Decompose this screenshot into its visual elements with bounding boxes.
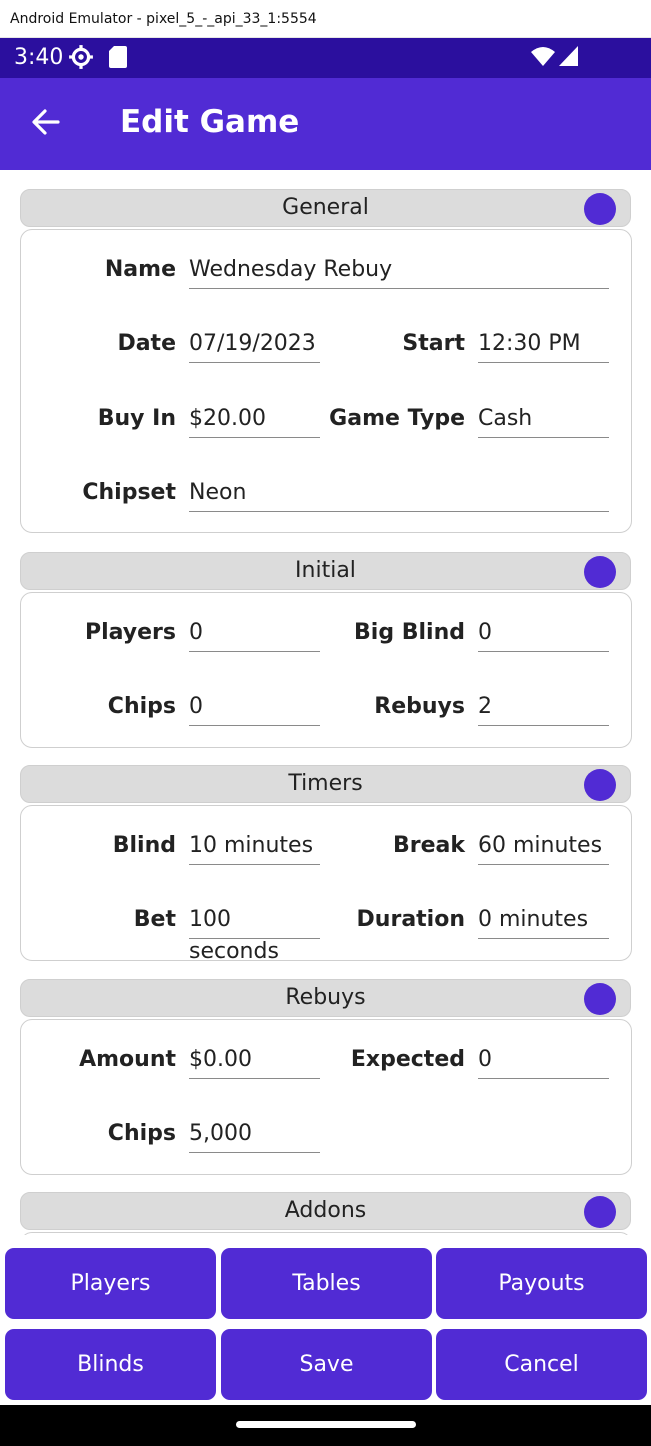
payouts-button[interactable]: Payouts (436, 1248, 647, 1319)
bet-label: Bet (133, 907, 176, 932)
signal-icon (558, 44, 580, 74)
expand-toggle-icon[interactable] (584, 1196, 616, 1228)
expand-toggle-icon[interactable] (584, 193, 616, 225)
buyin-field[interactable]: $20.00 (189, 403, 320, 438)
date-field[interactable]: 07/19/2023 (189, 328, 320, 363)
rebuys-label: Rebuys (374, 694, 465, 719)
date-label: Date (117, 331, 176, 356)
blind-timer-field[interactable]: 10 minutes (189, 830, 320, 865)
big-blind-field[interactable]: 0 (478, 617, 609, 652)
start-time-field[interactable]: 12:30 PM (478, 328, 609, 363)
duration-field[interactable]: 0 minutes (478, 904, 609, 939)
app-bar: Edit Game (0, 78, 651, 170)
back-button[interactable] (28, 104, 68, 144)
section-title: Initial (295, 558, 356, 583)
cancel-button[interactable]: Cancel (436, 1329, 647, 1400)
section-body-rebuys: Amount $0.00 Expected 0 Chips 5,000 (20, 1019, 632, 1175)
navigation-bar (0, 1405, 651, 1446)
settings-icon (68, 44, 94, 74)
chips-label: Chips (107, 694, 176, 719)
rebuys-field[interactable]: 2 (478, 691, 609, 726)
expected-label: Expected (350, 1047, 465, 1072)
status-bar: 3:40 (0, 38, 651, 78)
rebuy-amount-field[interactable]: $0.00 (189, 1044, 320, 1079)
section-title: Addons (284, 1198, 367, 1223)
blind-label: Blind (112, 833, 176, 858)
arrow-left-icon (28, 109, 64, 144)
wifi-icon (530, 44, 556, 74)
name-field[interactable]: Wednesday Rebuy (189, 254, 609, 289)
section-body-initial: Players 0 Big Blind 0 Chips 0 Rebuys 2 (20, 592, 632, 748)
big-blind-label: Big Blind (354, 620, 465, 645)
buyin-label: Buy In (97, 406, 176, 431)
blinds-button[interactable]: Blinds (5, 1329, 216, 1400)
section-body-general: Name Wednesday Rebuy Date 07/19/2023 Sta… (20, 229, 632, 533)
name-label: Name (104, 257, 176, 282)
duration-label: Duration (356, 907, 465, 932)
section-title: Rebuys (285, 985, 366, 1010)
start-label: Start (402, 331, 465, 356)
chipset-field[interactable]: Neon (189, 477, 609, 512)
tables-button[interactable]: Tables (221, 1248, 432, 1319)
players-button[interactable]: Players (5, 1248, 216, 1319)
section-body-addons (20, 1232, 632, 1235)
rebuy-chips-label: Chips (107, 1121, 176, 1146)
section-header-general[interactable]: General (20, 189, 631, 227)
section-title: Timers (288, 771, 363, 796)
page-title: Edit Game (120, 104, 300, 140)
chips-field[interactable]: 0 (189, 691, 320, 726)
save-button[interactable]: Save (221, 1329, 432, 1400)
break-timer-field[interactable]: 60 minutes (478, 830, 609, 865)
edit-game-form[interactable]: General Name Wednesday Rebuy Date 07/19/… (0, 170, 651, 1235)
break-label: Break (392, 833, 465, 858)
section-header-addons[interactable]: Addons (20, 1192, 631, 1230)
sd-card-icon (108, 44, 128, 74)
amount-label: Amount (79, 1047, 176, 1072)
section-header-rebuys[interactable]: Rebuys (20, 979, 631, 1017)
expand-toggle-icon[interactable] (584, 983, 616, 1015)
section-body-timers: Blind 10 minutes Break 60 minutes Bet 10… (20, 805, 632, 964)
game-type-label: Game Type (329, 406, 465, 431)
players-field[interactable]: 0 (189, 617, 320, 652)
expand-toggle-icon[interactable] (584, 556, 616, 588)
bet-timer-field[interactable]: 100 seconds (189, 904, 320, 964)
expand-toggle-icon[interactable] (584, 769, 616, 801)
chipset-label: Chipset (82, 480, 176, 505)
status-time: 3:40 (14, 45, 64, 70)
players-label: Players (84, 620, 176, 645)
expected-field[interactable]: 0 (478, 1044, 609, 1079)
section-header-timers[interactable]: Timers (20, 765, 631, 803)
game-type-field[interactable]: Cash (478, 403, 609, 438)
home-gesture-handle[interactable] (236, 1421, 416, 1428)
rebuy-chips-field[interactable]: 5,000 (189, 1118, 320, 1153)
emulator-window-title: Android Emulator - pixel_5_-_api_33_1:55… (0, 0, 651, 38)
section-header-initial[interactable]: Initial (20, 552, 631, 590)
section-title: General (282, 195, 369, 220)
